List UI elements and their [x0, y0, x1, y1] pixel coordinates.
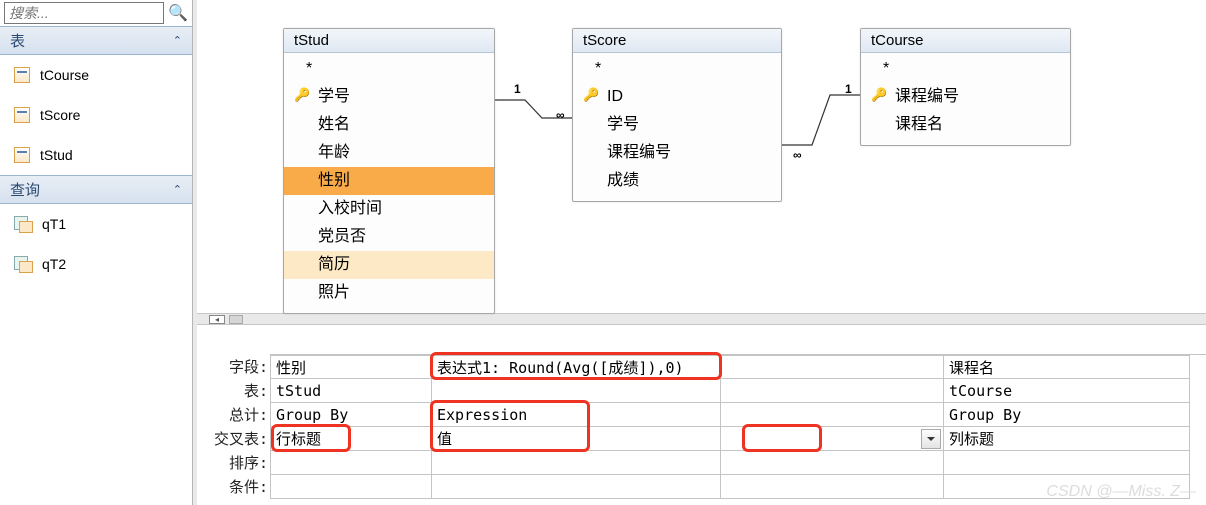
- search-icon[interactable]: 🔍: [168, 3, 188, 23]
- grid-cell[interactable]: [721, 451, 944, 475]
- chevron-up-icon: ⌃: [173, 34, 182, 47]
- table-field[interactable]: 姓名: [284, 111, 494, 139]
- nav-group-queries[interactable]: 查询 ⌃: [0, 175, 192, 204]
- grid-cell[interactable]: [270, 475, 432, 499]
- relation-one: 1: [514, 82, 521, 96]
- nav-group-label: 查询: [10, 179, 40, 200]
- table-field[interactable]: 简历: [284, 251, 494, 279]
- row-label-sort: 排序:: [197, 451, 270, 475]
- table-field[interactable]: 年龄: [284, 139, 494, 167]
- nav-first-icon[interactable]: ◂: [209, 315, 225, 324]
- grid-cell[interactable]: 表达式1: Round(Avg([成绩]),0): [432, 355, 721, 379]
- table-icon: [14, 147, 30, 163]
- sidebar-item-qt2[interactable]: qT2: [0, 244, 192, 284]
- grid-cell[interactable]: [432, 475, 721, 499]
- query-icon: [14, 256, 32, 272]
- sidebar-item-tstud[interactable]: tStud: [0, 135, 192, 175]
- query-design-grid: 字段: 性别 表达式1: Round(Avg([成绩]),0) 课程名 表: t…: [197, 325, 1206, 499]
- grid-cell[interactable]: Group By: [944, 403, 1190, 427]
- table-field[interactable]: *: [861, 55, 1070, 83]
- grid-cell[interactable]: Group By: [270, 403, 432, 427]
- table-field[interactable]: 学号: [284, 83, 494, 111]
- table-field[interactable]: ID: [573, 83, 781, 111]
- row-label-table: 表:: [197, 379, 270, 403]
- table-field[interactable]: *: [284, 55, 494, 83]
- grid-cell[interactable]: Expression: [432, 403, 721, 427]
- relation-many: ∞: [793, 148, 802, 162]
- table-field[interactable]: 性别: [284, 167, 494, 195]
- table-field[interactable]: 照片: [284, 279, 494, 307]
- grid-cell[interactable]: 行标题: [270, 427, 432, 451]
- grid-cell[interactable]: 列标题: [944, 427, 1190, 451]
- sidebar-item-tcourse[interactable]: tCourse: [0, 55, 192, 95]
- table-field[interactable]: 课程编号: [573, 139, 781, 167]
- nav-group-label: 表: [10, 30, 25, 51]
- row-label-cross: 交叉表:: [197, 427, 270, 451]
- grid-cell[interactable]: [432, 379, 721, 403]
- search-input[interactable]: [4, 2, 164, 24]
- grid-cell[interactable]: 性别: [270, 355, 432, 379]
- table-field[interactable]: 课程名: [861, 111, 1070, 139]
- grid-cell[interactable]: 值: [432, 427, 721, 451]
- grid-cell-dropdown[interactable]: [721, 427, 944, 451]
- table-title-tstud[interactable]: tStud: [284, 29, 494, 53]
- splitter-handle-icon[interactable]: [229, 315, 243, 324]
- grid-cell[interactable]: 课程名: [944, 355, 1190, 379]
- chevron-up-icon: ⌃: [173, 183, 182, 196]
- grid-cell[interactable]: [432, 451, 721, 475]
- table-title-tscore[interactable]: tScore: [573, 29, 781, 53]
- relation-one: 1: [845, 82, 852, 96]
- grid-cell[interactable]: [721, 379, 944, 403]
- row-label-total: 总计:: [197, 403, 270, 427]
- grid-cell[interactable]: [721, 355, 944, 379]
- grid-cell[interactable]: [721, 475, 944, 499]
- table-field[interactable]: 入校时间: [284, 195, 494, 223]
- grid-cell[interactable]: [270, 451, 432, 475]
- sidebar-item-qt1[interactable]: qT1: [0, 204, 192, 244]
- grid-cell[interactable]: [944, 475, 1190, 499]
- sidebar-item-tscore[interactable]: tScore: [0, 95, 192, 135]
- table-field[interactable]: 课程编号: [861, 83, 1070, 111]
- table-icon: [14, 67, 30, 83]
- table-field[interactable]: 党员否: [284, 223, 494, 251]
- table-field[interactable]: 成绩: [573, 167, 781, 195]
- row-label-criteria: 条件:: [197, 475, 270, 499]
- relation-many: ∞: [556, 108, 565, 122]
- pane-splitter[interactable]: ◂: [197, 313, 1206, 325]
- grid-cell[interactable]: [944, 451, 1190, 475]
- grid-cell[interactable]: [721, 403, 944, 427]
- row-label-field: 字段:: [197, 355, 270, 379]
- table-field[interactable]: *: [573, 55, 781, 83]
- table-icon: [14, 107, 30, 123]
- table-field[interactable]: 学号: [573, 111, 781, 139]
- nav-group-tables[interactable]: 表 ⌃: [0, 26, 192, 55]
- grid-cell[interactable]: tStud: [270, 379, 432, 403]
- query-icon: [14, 216, 32, 232]
- grid-cell[interactable]: tCourse: [944, 379, 1190, 403]
- table-title-tcourse[interactable]: tCourse: [861, 29, 1070, 53]
- relationship-diagram[interactable]: tStud *学号姓名年龄性别入校时间党员否简历照片 tScore *ID学号课…: [197, 0, 1206, 313]
